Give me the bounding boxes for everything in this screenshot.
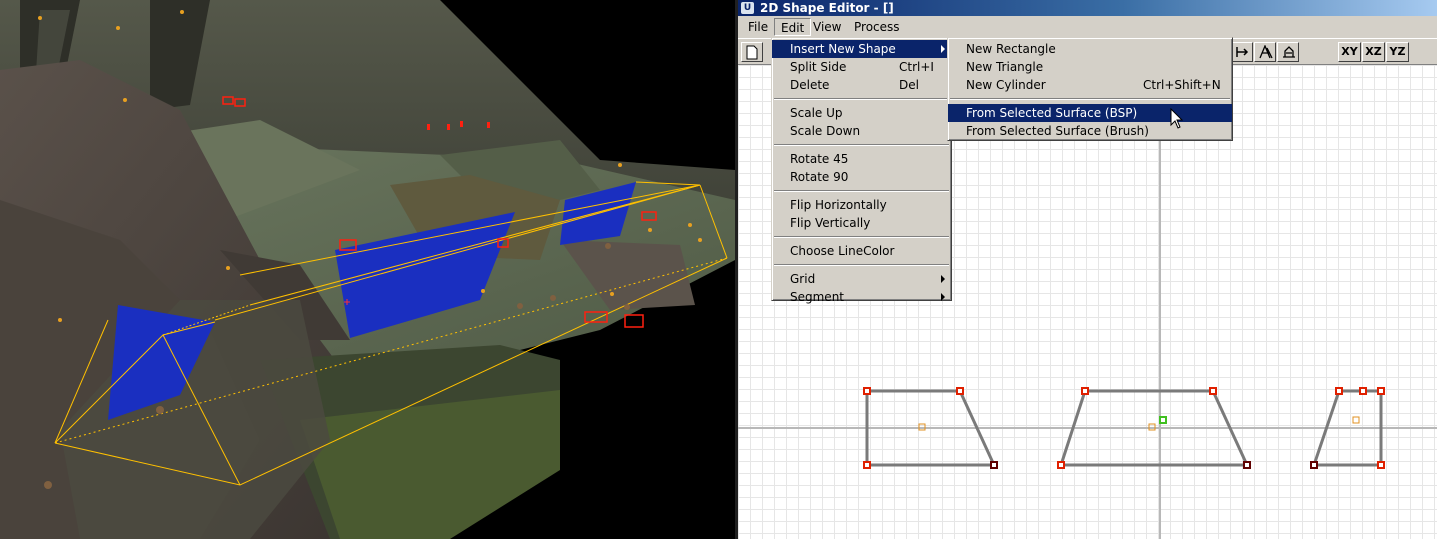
menu-item-label: Flip Vertically <box>790 216 871 230</box>
menu-item-flip-horizontally[interactable]: Flip Horizontally <box>772 196 951 214</box>
menu-item-label: From Selected Surface (BSP) <box>966 106 1138 120</box>
revolve-icon[interactable] <box>1277 42 1299 62</box>
mouse-cursor-icon <box>1170 108 1184 129</box>
window-title: 2D Shape Editor - [] <box>760 1 894 15</box>
menu-item-rotate-90[interactable]: Rotate 90 <box>772 168 951 186</box>
title-bar[interactable]: U 2D Shape Editor - [] <box>738 0 1437 16</box>
menu-shortcut: Del <box>899 78 919 92</box>
menu-separator <box>774 264 949 266</box>
vertex-handle <box>1377 387 1385 395</box>
vertex-handle <box>990 461 998 469</box>
menu-item-new-cylinder[interactable]: New Cylinder Ctrl+Shift+N <box>948 76 1232 94</box>
shape-editor-window: U 2D Shape Editor - [] File Edit View Pr… <box>738 0 1437 539</box>
menu-view[interactable]: View <box>807 18 847 36</box>
view-xy-button[interactable]: XY <box>1338 42 1361 62</box>
menu-item-segment[interactable]: Segment <box>772 288 951 306</box>
menu-item-label: Rotate 45 <box>790 152 849 166</box>
vertex-handle <box>1057 461 1065 469</box>
menu-separator <box>774 190 949 192</box>
menu-item-label: From Selected Surface (Brush) <box>966 124 1149 138</box>
selected-vertex-handle <box>1159 416 1167 424</box>
vertex-handle <box>1377 461 1385 469</box>
menu-shortcut: Ctrl+Shift+N <box>1143 78 1221 92</box>
new-document-icon[interactable] <box>741 42 763 62</box>
vertex-handle <box>863 461 871 469</box>
vertex-handle <box>1081 387 1089 395</box>
vertex-handle <box>863 387 871 395</box>
menu-item-label: New Rectangle <box>966 42 1056 56</box>
menu-bar: File Edit View Process <box>738 17 1437 37</box>
submenu-arrow-icon <box>941 275 945 283</box>
submenu-arrow-icon <box>941 45 945 53</box>
vertex-handle <box>1310 461 1318 469</box>
edit-menu-dropdown: Insert New Shape Split Side Ctrl+I Delete… <box>771 37 952 304</box>
view-yz-button[interactable]: YZ <box>1386 42 1409 62</box>
vertex-handle <box>1209 387 1217 395</box>
menu-item-label: Choose LineColor <box>790 244 895 258</box>
menu-item-from-selected-surface-brush[interactable]: From Selected Surface (Brush) <box>948 122 1232 140</box>
menu-item-label: Flip Horizontally <box>790 198 887 212</box>
menu-item-label: Scale Down <box>790 124 861 138</box>
menu-item-label: Insert New Shape <box>790 42 896 56</box>
menu-edit[interactable]: Edit <box>774 18 812 36</box>
menu-item-flip-vertically[interactable]: Flip Vertically <box>772 214 951 232</box>
menu-item-new-rectangle[interactable]: New Rectangle <box>948 40 1232 58</box>
menu-separator <box>774 236 949 238</box>
menu-item-label: Split Side <box>790 60 847 74</box>
menu-item-insert-new-shape[interactable]: Insert New Shape <box>772 40 951 58</box>
menu-item-label: New Cylinder <box>966 78 1046 92</box>
menu-item-label: Grid <box>790 272 816 286</box>
vertex-handle <box>956 387 964 395</box>
menu-item-label: New Triangle <box>966 60 1044 74</box>
menu-item-scale-up[interactable]: Scale Up <box>772 104 951 122</box>
view-xz-button[interactable]: XZ <box>1362 42 1385 62</box>
vertex-handle <box>1243 461 1251 469</box>
menu-separator <box>774 144 949 146</box>
menu-item-delete[interactable]: Delete Del <box>772 76 951 94</box>
submenu-arrow-icon <box>941 293 945 301</box>
menu-item-rotate-45[interactable]: Rotate 45 <box>772 150 951 168</box>
menu-item-split-side[interactable]: Split Side Ctrl+I <box>772 58 951 76</box>
menu-shortcut: Ctrl+I <box>899 60 934 74</box>
menu-separator <box>950 98 1230 100</box>
menu-process[interactable]: Process <box>848 18 906 36</box>
menu-item-label: Rotate 90 <box>790 170 849 184</box>
unreal-icon: U <box>741 2 754 14</box>
menu-item-new-triangle[interactable]: New Triangle <box>948 58 1232 76</box>
vertex-handle <box>1359 387 1367 395</box>
menu-separator <box>774 98 949 100</box>
menu-item-label: Scale Up <box>790 106 843 120</box>
menu-item-choose-linecolor[interactable]: Choose LineColor <box>772 242 951 260</box>
menu-item-label: Segment <box>790 290 844 304</box>
insert-shape-submenu: New Rectangle New Triangle New Cylinder C… <box>947 37 1233 141</box>
menu-item-label: Delete <box>790 78 830 92</box>
vertex-handle <box>1335 387 1343 395</box>
menu-item-from-selected-surface-bsp[interactable]: From Selected Surface (BSP) <box>948 104 1232 122</box>
level-geometry-render <box>0 0 735 539</box>
extrude-icon[interactable] <box>1254 42 1276 62</box>
menu-item-grid[interactable]: Grid <box>772 270 951 288</box>
menu-file[interactable]: File <box>742 18 774 36</box>
flip-icon[interactable] <box>1231 42 1253 62</box>
3d-viewport[interactable] <box>0 0 735 539</box>
menu-item-scale-down[interactable]: Scale Down <box>772 122 951 140</box>
pivot-marker <box>1352 416 1360 424</box>
